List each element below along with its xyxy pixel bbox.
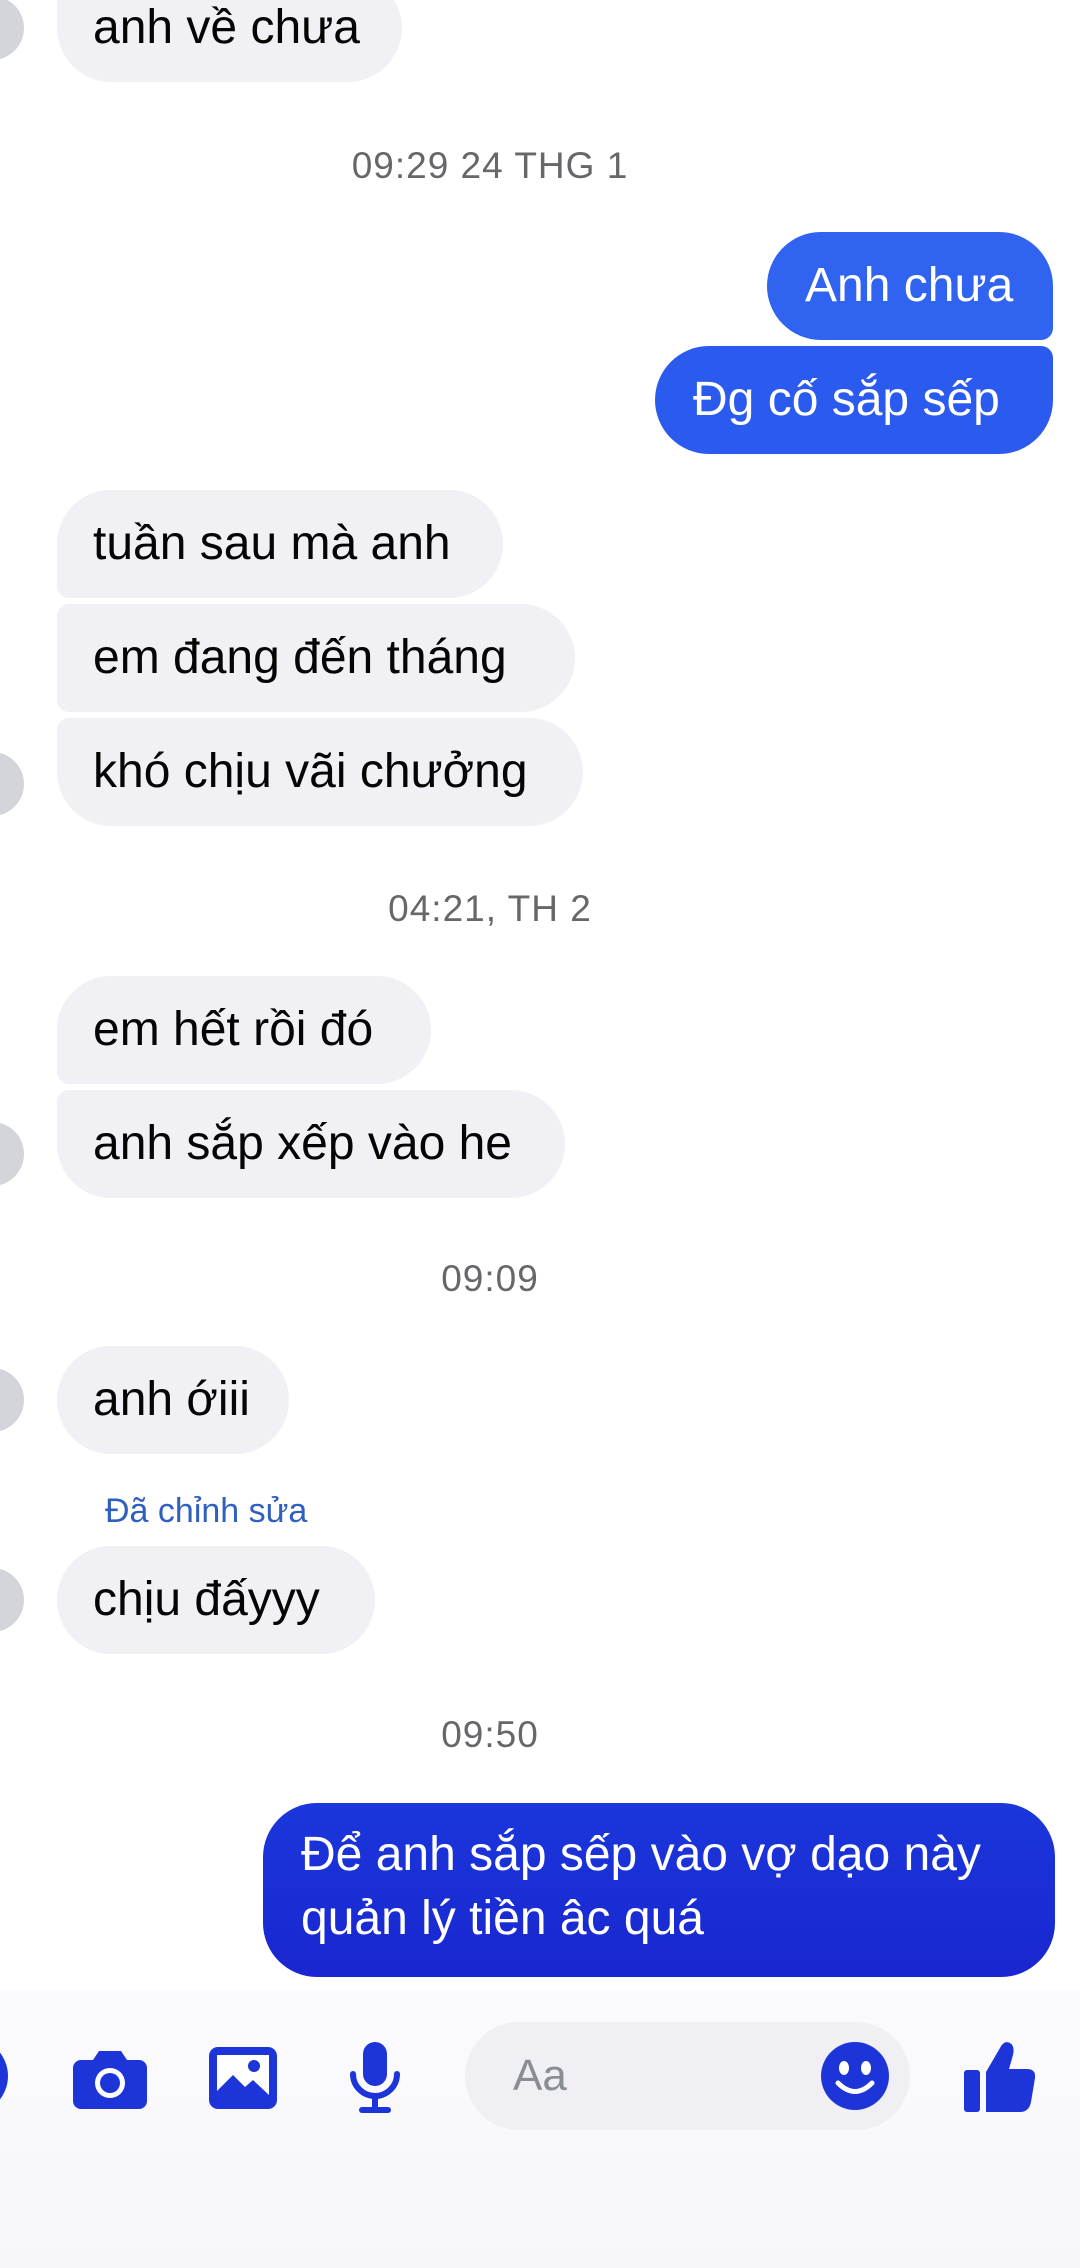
message-text: em hết rồi đó (93, 1003, 374, 1056)
message-text: quản lý tiền âc quá (301, 1892, 704, 1945)
contact-avatar[interactable] (0, 752, 24, 816)
more-actions-button[interactable] (0, 2036, 18, 2116)
contact-avatar[interactable] (0, 1122, 24, 1186)
message-text: tuần sau mà anh (93, 517, 451, 570)
contact-avatar[interactable] (0, 1368, 24, 1432)
edited-label: Đã chỉnh sửa (105, 1492, 308, 1530)
composer-bar (0, 1990, 1080, 2268)
outgoing-message[interactable]: Đg cố sắp sếp (655, 346, 1053, 454)
contact-avatar[interactable] (0, 0, 24, 60)
voice-button[interactable] (335, 2034, 415, 2122)
timestamp: 09:09 (441, 1258, 539, 1299)
camera-button[interactable] (70, 2038, 150, 2118)
camera-icon (73, 2051, 147, 2109)
message-text: chịu đấyyy (93, 1573, 320, 1626)
incoming-message[interactable]: anh ớiii (57, 1346, 289, 1454)
more-actions-icon (0, 2052, 8, 2100)
outgoing-message[interactable]: Để anh sắp sếp vào vợ dạo này quản lý ti… (263, 1803, 1055, 1977)
emoji-icon (821, 2042, 889, 2110)
message-text: Anh chưa (805, 259, 1014, 312)
message-text: anh sắp xếp vào he (93, 1117, 512, 1170)
timestamp: 09:50 (441, 1714, 539, 1755)
contact-avatar[interactable] (0, 1568, 24, 1632)
message-text: khó chịu vãi chưởng (93, 745, 528, 798)
emoji-button[interactable] (815, 2036, 895, 2116)
message-text: Để anh sắp sếp vào vợ dạo này (301, 1828, 981, 1881)
message-text: Đg cố sắp sếp (693, 373, 1000, 426)
incoming-message[interactable]: anh sắp xếp vào he (57, 1090, 565, 1198)
incoming-message[interactable]: khó chịu vãi chưởng (57, 718, 583, 826)
like-button[interactable] (955, 2032, 1045, 2122)
message-text: anh về chưa (93, 1, 360, 54)
microphone-icon (350, 2042, 400, 2113)
incoming-message[interactable]: em hết rồi đó (57, 976, 431, 1084)
timestamp: 04:21, TH 2 (388, 888, 592, 929)
thumbs-up-icon (964, 2042, 1036, 2112)
incoming-message[interactable]: tuần sau mà anh (57, 490, 503, 598)
photo-gallery-icon (209, 2047, 277, 2109)
incoming-message[interactable]: anh về chưa (57, 0, 402, 82)
outgoing-message[interactable]: Anh chưa (767, 232, 1053, 340)
message-text: anh ớiii (93, 1373, 250, 1426)
timestamp: 09:29 24 THG 1 (351, 145, 629, 186)
message-text: em đang đến tháng (93, 631, 507, 684)
incoming-message[interactable]: chịu đấyyy (57, 1546, 375, 1654)
incoming-message[interactable]: em đang đến tháng (57, 604, 575, 712)
gallery-button[interactable] (203, 2038, 283, 2118)
message-thread[interactable]: anh về chưa 09:29 24 THG 1 Anh chưa Đg c… (0, 0, 1080, 1990)
